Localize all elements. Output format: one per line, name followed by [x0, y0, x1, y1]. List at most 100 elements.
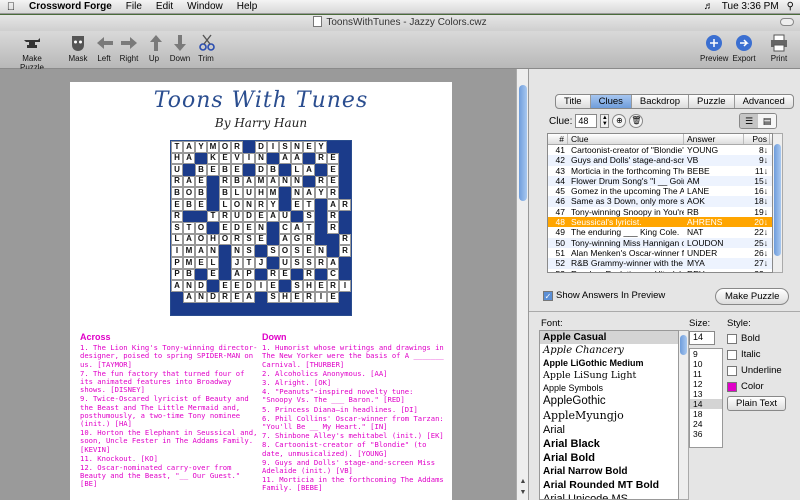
- grid-cell[interactable]: B: [267, 164, 279, 176]
- size-list-item[interactable]: 13: [690, 389, 722, 399]
- underline-option[interactable]: Underline: [727, 365, 782, 376]
- crossword-grid[interactable]: TAYMORDISNEYHAKEVINAAREUBEBEDBLAERAERBAM…: [170, 140, 352, 316]
- show-answers-option[interactable]: ✓ Show Answers In Preview: [543, 290, 665, 301]
- grid-cell[interactable]: R: [327, 210, 339, 223]
- grid-cell[interactable]: E: [255, 210, 267, 223]
- grid-block[interactable]: [267, 152, 279, 165]
- grid-cell[interactable]: A: [291, 152, 303, 165]
- grid-cell[interactable]: R: [339, 245, 351, 257]
- grid-cell[interactable]: K: [207, 152, 219, 165]
- grid-cell[interactable]: O: [219, 141, 231, 153]
- grid-block[interactable]: [183, 303, 195, 315]
- clue-table-scrollbar[interactable]: [773, 133, 783, 273]
- grid-cell[interactable]: I: [267, 141, 279, 153]
- grid-cell[interactable]: I: [315, 291, 327, 304]
- grid-cell[interactable]: R: [327, 222, 339, 234]
- trim-button[interactable]: Trim: [196, 33, 216, 63]
- col-number[interactable]: #: [548, 134, 568, 144]
- grid-cell[interactable]: S: [303, 210, 315, 223]
- grid-cell[interactable]: R: [327, 280, 339, 292]
- grid-block[interactable]: [255, 268, 267, 281]
- grid-block[interactable]: [291, 268, 303, 281]
- grid-cell[interactable]: A: [183, 152, 195, 165]
- grid-cell[interactable]: M: [255, 175, 267, 188]
- grid-block[interactable]: [267, 233, 279, 246]
- grid-block[interactable]: [279, 164, 291, 176]
- grid-block[interactable]: [327, 233, 339, 246]
- grid-block[interactable]: [219, 268, 231, 281]
- grid-block[interactable]: [339, 187, 351, 199]
- grid-cell[interactable]: A: [183, 291, 195, 304]
- grid-block[interactable]: [219, 245, 231, 257]
- make-puzzle-button[interactable]: Make Puzzle: [10, 33, 54, 72]
- table-row[interactable]: 51 Alan Menken's Oscar-winner fr... UNDER 2…: [548, 248, 772, 258]
- grid-cell[interactable]: U: [243, 187, 255, 199]
- grid-block[interactable]: [339, 303, 351, 315]
- show-answers-checkbox[interactable]: ✓: [543, 290, 553, 301]
- font-list-scroll-thumb[interactable]: [680, 335, 687, 355]
- grid-cell[interactable]: S: [303, 257, 315, 269]
- grid-cell[interactable]: B: [219, 164, 231, 176]
- table-row[interactable]: 44 Flower Drum Song's "I __ Going ...AM 15…: [548, 175, 772, 187]
- grid-cell[interactable]: R: [171, 210, 183, 223]
- menu-app-name[interactable]: Crossword Forge: [22, 1, 119, 12]
- grid-block[interactable]: [315, 164, 327, 176]
- underline-checkbox[interactable]: [727, 365, 737, 376]
- grid-cell[interactable]: R: [231, 233, 243, 246]
- font-list-item[interactable]: Arial Bold: [540, 451, 678, 465]
- make-puzzle-panel-button[interactable]: Make Puzzle: [715, 288, 790, 305]
- menu-help[interactable]: Help: [230, 1, 265, 12]
- font-list-item[interactable]: AppleGothic: [540, 394, 678, 408]
- grid-block[interactable]: [207, 222, 219, 234]
- grid-cell[interactable]: E: [303, 141, 315, 153]
- font-list-item[interactable]: AppleMyungjo: [540, 408, 678, 423]
- grid-cell[interactable]: N: [231, 245, 243, 257]
- trash-icon[interactable]: 🗑: [629, 114, 644, 128]
- clue-table-scroll-thumb[interactable]: [774, 144, 781, 256]
- grid-block[interactable]: [243, 141, 255, 153]
- grid-cell[interactable]: B: [231, 175, 243, 188]
- bold-option[interactable]: Bold: [727, 333, 760, 344]
- clue-stepper[interactable]: ▲ ▼: [600, 114, 610, 128]
- grid-cell[interactable]: M: [267, 187, 279, 199]
- grid-block[interactable]: [171, 291, 183, 304]
- plain-text-button[interactable]: Plain Text: [727, 396, 787, 411]
- table-row[interactable]: 45 Gomez in the upcoming The A... LANE 16↓: [548, 186, 772, 196]
- table-row[interactable]: 47 Tony-winning Snoopy in You're... RB 19↓: [548, 207, 772, 217]
- table-row[interactable]: 52 R&B Grammy-winner with the ... MYA 27↓: [548, 258, 772, 269]
- grid-cell[interactable]: R: [219, 210, 231, 223]
- grid-cell[interactable]: B: [195, 164, 207, 176]
- grid-cell[interactable]: E: [255, 233, 267, 246]
- grid-block[interactable]: [195, 152, 207, 165]
- grid-cell[interactable]: R: [219, 175, 231, 188]
- menu-edit[interactable]: Edit: [149, 1, 180, 12]
- grid-cell[interactable]: N: [315, 245, 327, 257]
- font-list-item[interactable]: Arial: [540, 423, 678, 437]
- grid-cell[interactable]: D: [231, 222, 243, 234]
- grid-cell[interactable]: P: [171, 257, 183, 269]
- grid-block[interactable]: [303, 303, 315, 315]
- grid-cell[interactable]: Y: [315, 141, 327, 153]
- font-list-item[interactable]: Arial Narrow Bold: [540, 465, 678, 478]
- grid-cell[interactable]: E: [303, 245, 315, 257]
- grid-cell[interactable]: O: [195, 233, 207, 246]
- grid-block[interactable]: [219, 303, 231, 315]
- right-button[interactable]: Right: [118, 33, 140, 63]
- grid-block[interactable]: [279, 199, 291, 211]
- grid-cell[interactable]: B: [195, 187, 207, 199]
- tab-advanced[interactable]: Advanced: [735, 95, 793, 108]
- grid-cell[interactable]: I: [171, 245, 183, 257]
- mask-button[interactable]: Mask: [66, 33, 90, 63]
- grid-block[interactable]: [171, 303, 183, 315]
- grid-cell[interactable]: L: [207, 257, 219, 269]
- grid-cell[interactable]: R: [339, 233, 351, 246]
- table-row[interactable]: 46 Same as 3 Down, only more so. AOK 18↓: [548, 196, 772, 207]
- grid-cell[interactable]: A: [279, 233, 291, 246]
- grid-cell[interactable]: Y: [195, 141, 207, 153]
- grid-cell[interactable]: R: [303, 268, 315, 281]
- size-list-item[interactable]: 14: [690, 399, 722, 409]
- grid-cell[interactable]: T: [207, 210, 219, 223]
- clue-number-input[interactable]: [575, 114, 598, 128]
- grid-cell[interactable]: D: [195, 280, 207, 292]
- down-button[interactable]: Down: [168, 33, 192, 63]
